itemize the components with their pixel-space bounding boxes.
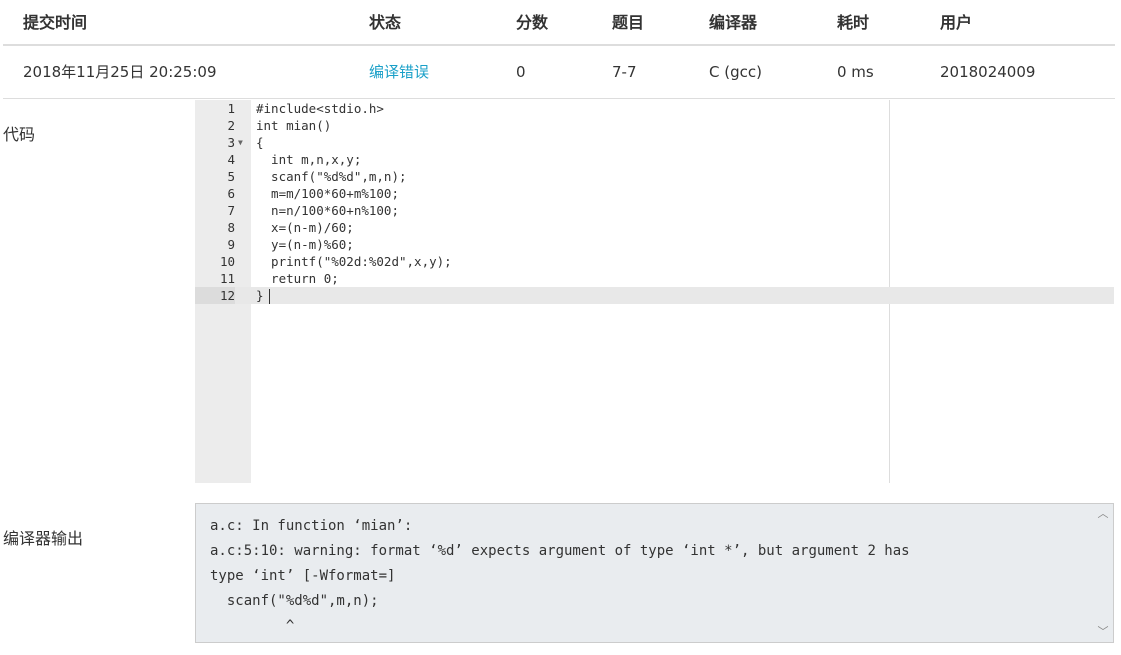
code-text: }: [256, 288, 264, 303]
line-number: 11: [219, 271, 235, 286]
cell-score: 0: [516, 63, 526, 81]
line-number: 9: [227, 237, 235, 252]
header-problem: 题目: [612, 13, 645, 32]
cell-submit-time: 2018年11月25日 20:25:09: [23, 63, 217, 81]
code-line-text: }: [256, 287, 270, 304]
line-number: 12: [195, 287, 235, 304]
code-line: 11 return 0;: [195, 270, 1114, 287]
code-line-text: return 0;: [256, 271, 339, 286]
code-line-active: 12 }: [195, 287, 1114, 304]
line-number: 5: [227, 169, 235, 184]
header-score: 分数: [516, 13, 549, 32]
compiler-output-text: a.c: In function ‘mian’: a.c:5:10: warni…: [210, 518, 910, 634]
compiler-output-box[interactable]: a.c: In function ‘mian’: a.c:5:10: warni…: [195, 503, 1114, 643]
cell-user: 2018024009: [940, 63, 1036, 81]
code-line-text: x=(n-m)/60;: [256, 220, 354, 235]
code-line: 3 ▼ {: [195, 134, 1114, 151]
scroll-up-icon[interactable]: ︿: [1096, 507, 1110, 521]
code-line: 7 n=n/100*60+n%100;: [195, 202, 1114, 219]
header-submit-time: 提交时间: [23, 13, 88, 32]
code-line: 10 printf("%02d:%02d",x,y);: [195, 253, 1114, 270]
fold-arrow-icon[interactable]: ▼: [238, 134, 243, 151]
compiler-output-label: 编译器输出: [3, 529, 84, 548]
header-status: 状态: [369, 13, 402, 32]
line-number: 1: [227, 101, 235, 116]
code-label: 代码: [3, 125, 36, 144]
code-line-text: n=n/100*60+n%100;: [256, 203, 399, 218]
scroll-down-icon[interactable]: ﹀: [1096, 625, 1110, 639]
code-line-text: {: [256, 135, 264, 150]
code-editor[interactable]: 1 #include<stdio.h> 2 int mian() 3 ▼ { 4…: [195, 100, 1114, 483]
line-number: 7: [227, 203, 235, 218]
header-user: 用户: [940, 13, 973, 32]
code-line: 2 int mian(): [195, 117, 1114, 134]
line-number: 3: [227, 135, 235, 150]
code-line-text: m=m/100*60+m%100;: [256, 186, 399, 201]
code-line-text: scanf("%d%d",m,n);: [256, 169, 407, 184]
code-line: 1 #include<stdio.h>: [195, 100, 1114, 117]
table-header: 提交时间 状态 分数 题目 编译器 耗时 用户: [3, 0, 1115, 46]
table-row: 2018年11月25日 20:25:09 编译错误 0 7-7 C (gcc) …: [3, 46, 1115, 99]
code-line: 4 int m,n,x,y;: [195, 151, 1114, 168]
line-number: 4: [227, 152, 235, 167]
header-compiler: 编译器: [709, 13, 758, 32]
line-number: 8: [227, 220, 235, 235]
cell-compiler: C (gcc): [709, 63, 762, 81]
status-badge[interactable]: 编译错误: [369, 46, 429, 99]
cell-problem[interactable]: 7-7: [612, 46, 637, 99]
cell-duration: 0 ms: [837, 63, 874, 81]
text-cursor: [268, 289, 270, 304]
code-line-text: y=(n-m)%60;: [256, 237, 354, 252]
line-number: 2: [227, 118, 235, 133]
line-number: 6: [227, 186, 235, 201]
code-line-text: printf("%02d:%02d",x,y);: [256, 254, 452, 269]
code-line: 5 scanf("%d%d",m,n);: [195, 168, 1114, 185]
code-line: 9 y=(n-m)%60;: [195, 236, 1114, 253]
code-line: 8 x=(n-m)/60;: [195, 219, 1114, 236]
code-line: 6 m=m/100*60+m%100;: [195, 185, 1114, 202]
code-line-text: int m,n,x,y;: [256, 152, 362, 167]
header-duration: 耗时: [837, 13, 870, 32]
code-line-text: int mian(): [256, 118, 332, 133]
line-number: 10: [219, 254, 235, 269]
code-line-text: #include<stdio.h>: [256, 101, 384, 116]
